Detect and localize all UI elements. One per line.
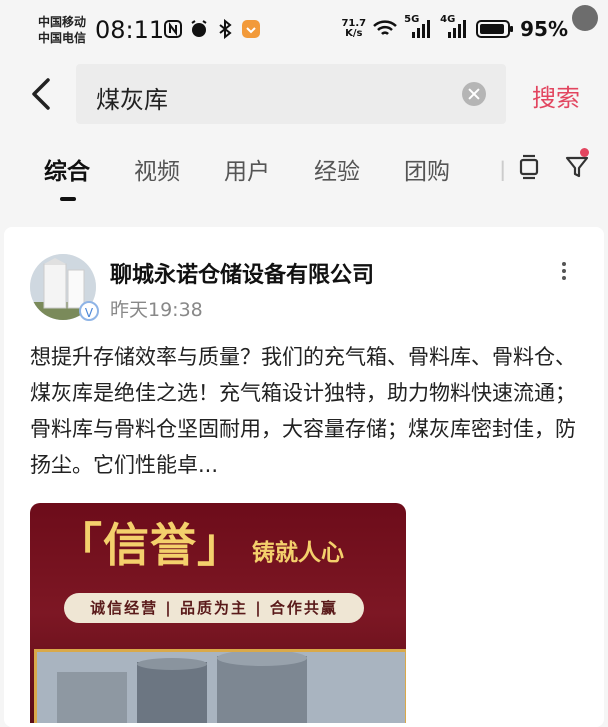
bluetooth-icon bbox=[219, 19, 232, 39]
clock: 08:11 bbox=[95, 16, 165, 44]
carrier-1: 中国移动 bbox=[38, 15, 87, 29]
carrier-info: 中国移动 中国电信 bbox=[38, 14, 86, 46]
status-bar: 中国移动 中国电信 08:11 71.7 K/s 5G 4G 95% bbox=[0, 0, 608, 62]
tab-overflow-hint: ㅣ bbox=[492, 159, 504, 185]
shield-app-icon bbox=[242, 20, 260, 38]
tab-video[interactable]: 视频 bbox=[134, 152, 180, 186]
active-tab-indicator bbox=[60, 197, 76, 201]
tab-bar: 综合 视频 用户 经验 团购 ㅣ bbox=[0, 140, 608, 210]
tab-experience[interactable]: 经验 bbox=[314, 152, 360, 186]
battery-percent: 95% bbox=[520, 17, 568, 41]
status-icons-right: 71.7 K/s 5G 4G 95% bbox=[341, 14, 568, 41]
silo-photo bbox=[34, 649, 406, 723]
tab-group-buy[interactable]: 团购 bbox=[404, 152, 450, 186]
screenshot-tool-button[interactable] bbox=[572, 5, 598, 31]
search-input[interactable]: 煤灰库 bbox=[76, 64, 506, 124]
verified-badge-icon: V bbox=[79, 301, 99, 321]
signal-5g-icon: 5G bbox=[404, 14, 434, 40]
filter-icon[interactable] bbox=[564, 154, 590, 180]
status-icons-left bbox=[163, 19, 261, 39]
alarm-icon bbox=[191, 20, 207, 37]
post-card[interactable]: V 聊城永诺仓储设备有限公司 昨天19:38 想提升存储效率与质量？我们的充气箱… bbox=[4, 227, 604, 727]
more-options-icon[interactable] bbox=[559, 259, 569, 287]
image-slogan: 诚信经营 | 品质为主 | 合作共赢 bbox=[64, 593, 364, 623]
battery-icon bbox=[476, 20, 514, 38]
search-button[interactable]: 搜索 bbox=[532, 78, 580, 113]
tab-comprehensive[interactable]: 综合 bbox=[44, 152, 90, 186]
post-time: 昨天19:38 bbox=[110, 299, 203, 321]
post-image[interactable]: 「信誉」 铸就人心 诚信经营 | 品质为主 | 合作共赢 bbox=[30, 503, 406, 723]
back-arrow-icon[interactable] bbox=[26, 76, 56, 112]
net-speed: 71.7 K/s bbox=[341, 18, 367, 39]
post-text[interactable]: 想提升存储效率与质量？我们的充气箱、骨料库、骨料仓、煤灰库是绝佳之选！充气箱设计… bbox=[30, 339, 578, 483]
clear-search-icon[interactable] bbox=[462, 82, 486, 106]
post-author[interactable]: 聊城永诺仓储设备有限公司 bbox=[110, 257, 374, 289]
image-title: 「信誉」 bbox=[56, 518, 244, 572]
layout-toggle-icon[interactable] bbox=[516, 154, 542, 180]
signal-4g-icon: 4G bbox=[440, 14, 470, 40]
filter-notification-dot bbox=[580, 148, 589, 157]
search-query[interactable]: 煤灰库 bbox=[96, 80, 168, 115]
tab-users[interactable]: 用户 bbox=[224, 152, 270, 186]
nfc-icon bbox=[164, 20, 182, 38]
image-subtitle: 铸就人心 bbox=[252, 540, 344, 566]
wifi-icon bbox=[373, 20, 397, 35]
carrier-2: 中国电信 bbox=[38, 31, 87, 45]
